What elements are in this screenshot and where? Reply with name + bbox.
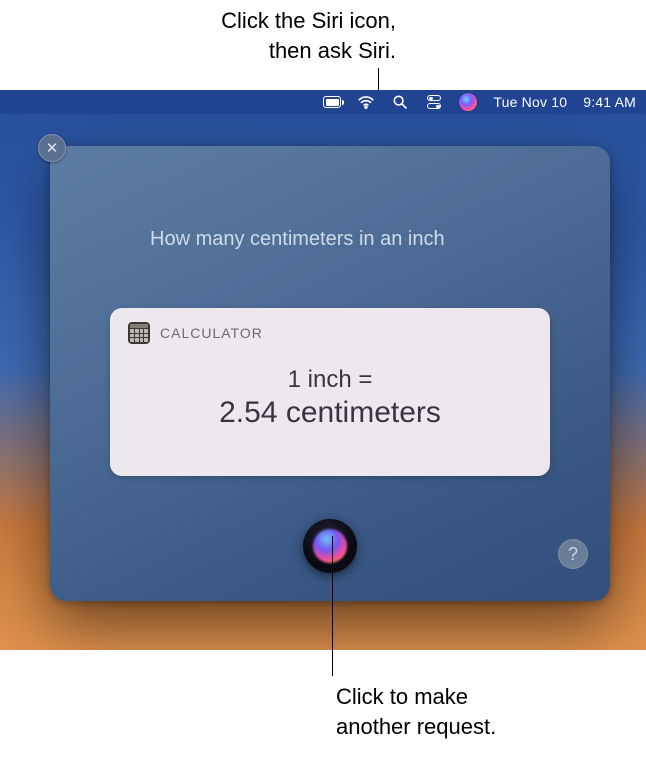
control-center-icon[interactable]: [425, 93, 443, 111]
answer-result: 1 inch = 2.54 centimeters: [128, 366, 532, 430]
answer-line2: 2.54 centimeters: [128, 396, 532, 430]
answer-app-label: CALCULATOR: [160, 325, 263, 341]
callout-top-line1: Click the Siri icon,: [100, 6, 396, 36]
callout-top: Click the Siri icon, then ask Siri.: [0, 6, 646, 66]
callout-leader-top: [378, 68, 379, 90]
callout-bottom-line1: Click to make: [336, 682, 496, 712]
answer-line1: 1 inch =: [128, 366, 532, 394]
callout-bottom-line2: another request.: [336, 712, 496, 742]
menubar-time[interactable]: 9:41 AM: [583, 94, 636, 110]
siri-orb-button[interactable]: [303, 519, 357, 573]
menubar-date[interactable]: Tue Nov 10: [493, 94, 567, 110]
help-button[interactable]: ?: [558, 539, 588, 569]
question-mark-icon: ?: [568, 544, 578, 565]
spotlight-search-icon[interactable]: [391, 93, 409, 111]
siri-query-text: How many centimeters in an inch: [150, 228, 445, 251]
close-button[interactable]: ✕: [38, 134, 66, 162]
menu-bar: Tue Nov 10 9:41 AM: [0, 90, 646, 114]
callout-leader-bottom: [332, 536, 333, 676]
callout-bottom: Click to make another request.: [336, 682, 496, 742]
siri-panel: ✕ How many centimeters in an inch CALCUL…: [50, 146, 610, 601]
siri-answer-card[interactable]: CALCULATOR 1 inch = 2.54 centimeters: [110, 308, 550, 476]
battery-icon[interactable]: [323, 93, 341, 111]
wifi-icon[interactable]: [357, 93, 375, 111]
calculator-app-icon: [128, 322, 150, 344]
macos-desktop: Tue Nov 10 9:41 AM ✕ How many centimeter…: [0, 90, 646, 650]
siri-menubar-icon[interactable]: [459, 93, 477, 111]
callout-top-line2: then ask Siri.: [100, 36, 396, 66]
close-icon: ✕: [46, 139, 59, 157]
